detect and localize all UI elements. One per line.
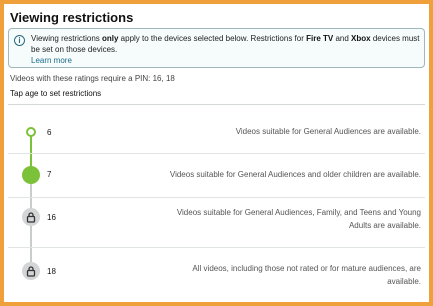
age-7-description: Videos suitable for General Audiences an… [169,170,421,179]
age-16-lock-icon[interactable] [22,208,40,226]
pin-note: Videos with these ratings require a PIN:… [10,74,175,83]
info-box: i Viewing restrictions only apply to the… [8,28,425,68]
age-6-node-icon[interactable] [26,127,36,137]
age-18-lock-icon[interactable] [22,262,40,280]
tap-instruction: Tap age to set restrictions [10,89,102,98]
viewing-restrictions-panel: Viewing restrictions i Viewing restricti… [4,4,429,302]
divider [8,104,425,105]
age-18-description: All videos, including those not rated or… [192,264,421,286]
info-icon: i [14,35,25,46]
age-6-label[interactable]: 6 [47,128,51,137]
age-7-selected-icon[interactable] [22,166,40,184]
row-separator [8,247,425,248]
age-6-description: Videos suitable for General Audiences ar… [235,127,421,136]
row-separator [8,197,425,198]
age-18-label[interactable]: 18 [47,267,56,276]
page-title: Viewing restrictions [10,10,134,25]
age-16-label[interactable]: 16 [47,213,56,222]
row-separator [8,153,425,154]
info-text: Viewing restrictions only apply to the d… [31,34,420,54]
age-16-description: Videos suitable for General Audiences, F… [176,208,421,230]
learn-more-link[interactable]: Learn more [31,56,72,65]
age-7-label[interactable]: 7 [47,170,51,179]
